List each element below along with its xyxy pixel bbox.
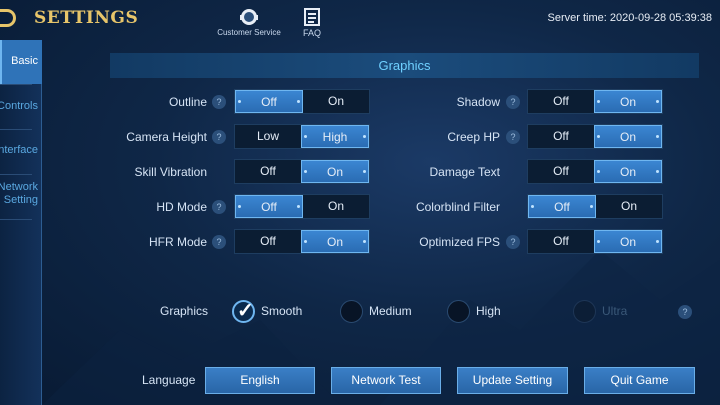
colorblind-filter-off-option[interactable]: Off [528, 195, 596, 218]
document-icon [304, 8, 320, 26]
checkmark-icon [232, 298, 255, 323]
shadow-toggle: Off On [527, 89, 663, 114]
damage-text-on-option[interactable]: On [594, 160, 662, 183]
setting-label: Colorblind Filter [415, 200, 500, 214]
radio-circle-icon [573, 299, 596, 323]
creep-hp-off-option[interactable]: Off [528, 125, 594, 148]
help-icon[interactable]: ? [678, 305, 692, 319]
hd-mode-on-option[interactable]: On [303, 195, 369, 218]
graphics-smooth-radio[interactable]: Smooth [232, 298, 303, 323]
graphics-medium-radio[interactable]: Medium [340, 299, 412, 323]
language-label: Language [142, 373, 196, 387]
language-select-button[interactable]: English [205, 367, 315, 394]
sidebar-item-controls[interactable]: Controls [0, 85, 42, 129]
shadow-on-option[interactable]: On [594, 90, 662, 113]
update-setting-button[interactable]: Update Setting [457, 367, 568, 394]
damage-text-off-option[interactable]: Off [528, 160, 594, 183]
colorblind-filter-toggle: Off On [527, 194, 663, 219]
radio-label: Smooth [261, 304, 303, 318]
setting-label: Skill Vibration [134, 165, 207, 179]
optimized-fps-on-option[interactable]: On [594, 230, 662, 253]
colorblind-filter-on-option[interactable]: On [596, 195, 662, 218]
outline-on-option[interactable]: On [303, 90, 369, 113]
sidebar-item-network-setting[interactable]: Network Setting [0, 175, 42, 219]
help-icon[interactable]: ? [212, 235, 226, 249]
server-time: Server time: 2020-09-28 05:39:38 [547, 12, 713, 24]
sidebar-item-basic[interactable]: Basic [0, 40, 42, 84]
sidebar-item-label: Setting [3, 194, 38, 206]
network-test-button[interactable]: Network Test [331, 367, 441, 394]
help-icon[interactable]: ? [506, 130, 520, 144]
hfr-mode-on-option[interactable]: On [301, 230, 369, 253]
setting-label: Optimized FPS [419, 235, 500, 249]
customer-service-button[interactable]: Customer Service [214, 8, 284, 37]
optimized-fps-toggle: Off On [527, 229, 663, 254]
hfr-mode-toggle: Off On [234, 229, 370, 254]
setting-label: HFR Mode [148, 235, 207, 249]
sidebar-item-label: Interface [0, 144, 38, 156]
sidebar-item-label: Network [0, 181, 38, 193]
customer-service-label: Customer Service [217, 28, 281, 37]
setting-label: HD Mode [156, 200, 207, 214]
skill-vibration-toggle: Off On [234, 159, 370, 184]
sidebar-item-interface[interactable]: Interface [0, 130, 42, 174]
shadow-off-option[interactable]: Off [528, 90, 594, 113]
radio-circle-icon [340, 299, 363, 323]
help-icon[interactable]: ? [506, 235, 520, 249]
radio-circle-icon [447, 299, 470, 323]
creep-hp-on-option[interactable]: On [594, 125, 662, 148]
help-icon[interactable]: ? [212, 95, 226, 109]
setting-label: Shadow [456, 95, 500, 109]
setting-label: Camera Height [126, 130, 207, 144]
graphics-quality-label: Graphics [160, 304, 209, 318]
outline-off-option[interactable]: Off [235, 90, 303, 113]
faq-label: FAQ [302, 28, 321, 38]
radio-label: Medium [369, 304, 412, 318]
help-icon[interactable]: ? [212, 130, 226, 144]
back-icon[interactable] [0, 9, 16, 27]
skill-vibration-on-option[interactable]: On [301, 160, 369, 183]
damage-text-toggle: Off On [527, 159, 663, 184]
quit-game-button[interactable]: Quit Game [584, 367, 695, 394]
setting-label: Outline [168, 95, 207, 109]
radio-label: High [476, 304, 501, 318]
graphics-ultra-radio: Ultra [573, 299, 627, 323]
setting-label: Creep HP [447, 130, 500, 144]
top-bar: SETTINGS Customer Service FAQ Server tim… [0, 0, 720, 40]
graphics-high-radio[interactable]: High [447, 299, 501, 323]
hd-mode-toggle: Off On [234, 194, 370, 219]
camera-height-low-option[interactable]: Low [235, 125, 301, 148]
radio-label: Ultra [602, 304, 628, 318]
setting-label: Damage Text [429, 165, 500, 179]
camera-height-toggle: Low High [234, 124, 370, 149]
sidebar-item-label: Controls [0, 100, 38, 112]
help-icon[interactable]: ? [506, 95, 520, 109]
optimized-fps-off-option[interactable]: Off [528, 230, 594, 253]
hfr-mode-off-option[interactable]: Off [235, 230, 301, 253]
sidebar-item-label: Basic [11, 55, 38, 67]
help-icon[interactable]: ? [212, 200, 226, 214]
camera-height-high-option[interactable]: High [301, 125, 369, 148]
outline-toggle: Off On [234, 89, 370, 114]
hd-mode-off-option[interactable]: Off [235, 195, 303, 218]
customer-service-icon [240, 9, 258, 25]
skill-vibration-off-option[interactable]: Off [235, 160, 301, 183]
sidebar: Basic Controls Interface Network Setting [0, 40, 42, 405]
section-header-graphics: Graphics [110, 53, 699, 78]
faq-button[interactable]: FAQ [296, 8, 328, 38]
page-title: SETTINGS [34, 8, 139, 28]
creep-hp-toggle: Off On [527, 124, 663, 149]
sidebar-divider [0, 219, 32, 220]
